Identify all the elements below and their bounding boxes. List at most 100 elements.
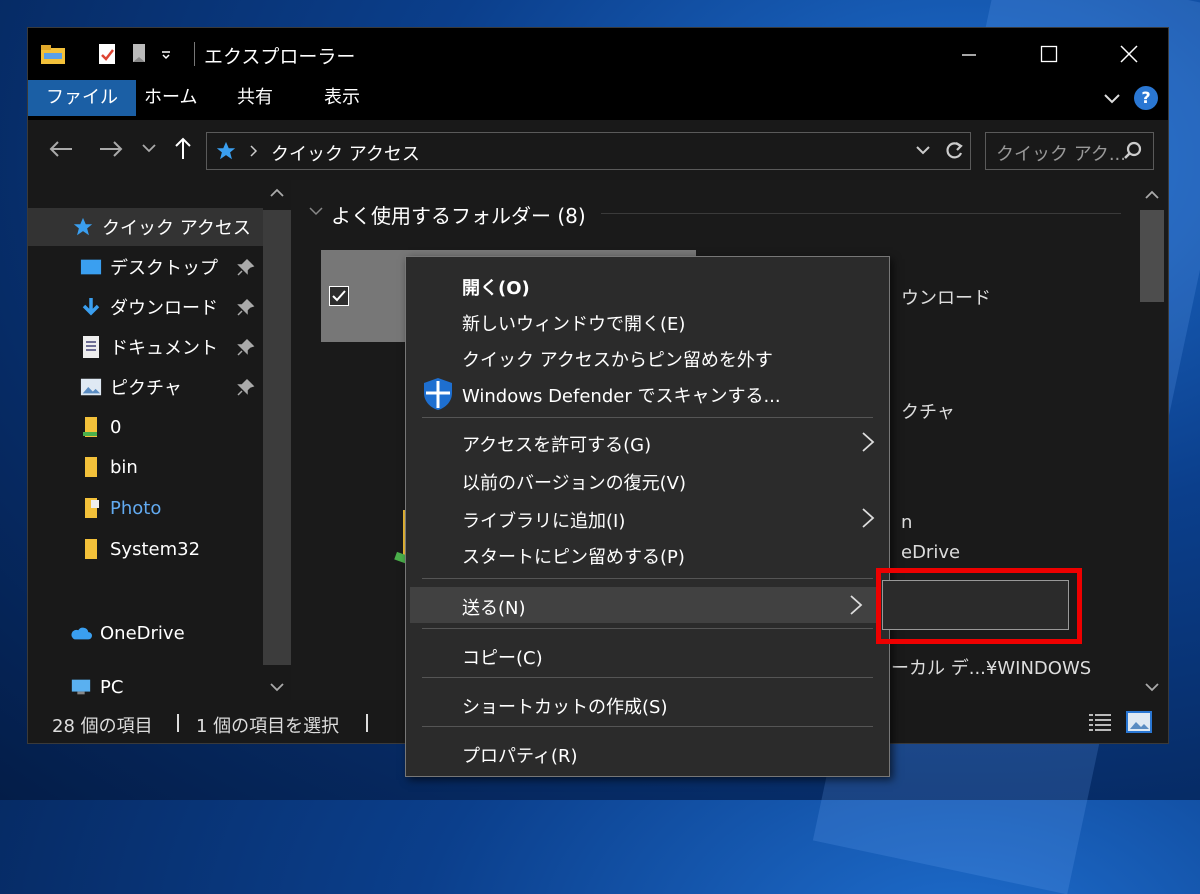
nav-item-folder-0[interactable]: 0 <box>28 408 263 446</box>
menu-item-label: 新しいウィンドウで開く(E) <box>462 314 686 335</box>
window-title: エクスプローラー <box>204 46 356 68</box>
content-scroll-thumb[interactable] <box>1140 210 1164 302</box>
pin-icon[interactable] <box>237 298 255 316</box>
item-count: 28 個の項目 <box>52 716 153 737</box>
submenu-arrow-icon <box>850 595 863 615</box>
scroll-down-icon[interactable] <box>270 682 284 692</box>
menu-item-restore-versions[interactable]: 以前のバージョンの復元(V) <box>406 462 889 498</box>
tab-view[interactable]: 表示 <box>310 80 374 116</box>
menu-item-send-to[interactable]: 送る(N) <box>410 587 877 623</box>
nav-item-label: 0 <box>110 416 122 438</box>
menu-item-label: スタートにピン留めする(P) <box>462 547 685 568</box>
up-arrow-icon[interactable] <box>174 136 192 160</box>
nav-item-label: Photo <box>110 497 162 519</box>
content-scrollbar[interactable] <box>1136 180 1168 700</box>
menu-item-open-new-window[interactable]: 新しいウィンドウで開く(E) <box>406 303 889 339</box>
menu-item-copy[interactable]: コピー(C) <box>406 637 889 673</box>
search-box[interactable]: クイック アク... <box>985 132 1154 170</box>
refresh-icon[interactable] <box>943 140 965 162</box>
menu-item-label: ショートカットの作成(S) <box>462 697 668 718</box>
pc-icon <box>70 677 92 697</box>
menu-item-properties[interactable]: プロパティ(R) <box>406 735 889 771</box>
context-menu: 開く(O) 新しいウィンドウで開く(E) クイック アクセスからピン留めを外す … <box>405 256 890 777</box>
menu-item-label: プロパティ(R) <box>462 746 578 767</box>
tab-share[interactable]: 共有 <box>223 80 287 116</box>
chevron-down-icon[interactable] <box>160 48 172 60</box>
folder-label-pictures[interactable]: クチャ <box>901 398 955 424</box>
nav-item-folder-system32[interactable]: System32 <box>28 530 263 568</box>
nav-item-onedrive[interactable]: OneDrive <box>28 614 263 652</box>
menu-item-unpin-quick-access[interactable]: クイック アクセスからピン留めを外す <box>406 339 889 375</box>
ribbon-expand-icon[interactable] <box>1102 88 1122 108</box>
folder-label-system32-path[interactable]: ーカル デ...¥WINDOWS <box>891 654 1091 680</box>
pin-icon[interactable] <box>237 338 255 356</box>
menu-item-label: コピー(C) <box>462 648 543 669</box>
minimize-button[interactable] <box>946 36 992 72</box>
folder-icon[interactable] <box>40 43 66 65</box>
folder-label-downloads[interactable]: ウンロード <box>901 284 991 310</box>
nav-item-label: クイック アクセス <box>102 218 251 239</box>
star-icon <box>72 217 94 237</box>
picture-icon <box>80 377 102 397</box>
menu-separator <box>422 726 873 727</box>
submenu-arrow-icon <box>862 508 875 528</box>
new-folder-icon[interactable] <box>130 42 148 66</box>
navigation-bar: クイック アクセス クイック アク... <box>28 120 1168 178</box>
nav-item-pictures[interactable]: ピクチャ <box>28 368 263 406</box>
maximize-button[interactable] <box>1026 36 1072 72</box>
nav-scroll-thumb[interactable] <box>263 210 291 665</box>
menu-item-label: 送る(N) <box>462 598 526 619</box>
star-icon <box>216 141 236 160</box>
tab-home[interactable]: ホーム <box>130 80 211 116</box>
nav-item-documents[interactable]: ドキュメント <box>28 328 263 366</box>
menu-item-create-shortcut[interactable]: ショートカットの作成(S) <box>406 686 889 722</box>
back-arrow-icon[interactable] <box>48 140 74 158</box>
close-button[interactable] <box>1106 36 1152 72</box>
quick-access-toolbar <box>40 42 172 66</box>
nav-item-label: OneDrive <box>100 622 185 644</box>
group-collapse-icon[interactable] <box>309 206 323 216</box>
scroll-up-icon[interactable] <box>270 188 284 198</box>
menu-item-defender-scan[interactable]: Windows Defender でスキャンする... <box>406 375 889 411</box>
nav-item-folder-bin[interactable]: bin <box>28 448 263 486</box>
nav-item-label: System32 <box>110 538 201 560</box>
scroll-down-icon[interactable] <box>1145 682 1159 692</box>
folder-icon <box>80 539 102 559</box>
nav-item-quick-access[interactable]: クイック アクセス <box>28 208 263 246</box>
details-view-icon[interactable] <box>1088 712 1112 732</box>
recent-locations-icon[interactable] <box>142 144 156 154</box>
tab-file[interactable]: ファイル <box>28 80 136 116</box>
pin-icon[interactable] <box>237 378 255 396</box>
menu-item-open[interactable]: 開く(O) <box>406 267 889 303</box>
status-divider <box>177 714 179 732</box>
breadcrumb-chevron-icon[interactable] <box>249 145 259 157</box>
close-icon <box>1120 45 1138 63</box>
menu-item-add-to-library[interactable]: ライブラリに追加(I) <box>406 500 889 536</box>
nav-item-folder-photo[interactable]: Photo <box>28 489 263 527</box>
cloud-icon <box>70 623 92 643</box>
help-button[interactable]: ? <box>1134 86 1158 110</box>
search-placeholder: クイック アク... <box>996 144 1126 165</box>
menu-item-label: Windows Defender でスキャンする... <box>462 386 781 407</box>
search-icon[interactable] <box>1123 141 1143 161</box>
folder-label-onedrive-name[interactable]: n <box>901 512 912 533</box>
nav-scrollbar[interactable] <box>263 180 291 700</box>
scroll-up-icon[interactable] <box>1145 190 1159 200</box>
menu-item-label: クイック アクセスからピン留めを外す <box>462 350 773 371</box>
folder-label-onedrive[interactable]: eDrive <box>901 542 960 563</box>
forward-arrow-icon[interactable] <box>98 140 124 158</box>
maximize-icon <box>1040 45 1058 63</box>
selection-checkbox[interactable] <box>329 286 349 306</box>
nav-item-desktop[interactable]: デスクトップ <box>28 248 263 286</box>
nav-item-downloads[interactable]: ダウンロード <box>28 288 263 326</box>
pin-icon[interactable] <box>237 258 255 276</box>
address-bar[interactable]: クイック アクセス <box>206 132 971 170</box>
minimize-icon <box>962 54 976 56</box>
properties-icon[interactable] <box>96 42 118 66</box>
menu-item-give-access[interactable]: アクセスを許可する(G) <box>406 424 889 460</box>
address-path: クイック アクセス <box>271 144 420 165</box>
title-separator <box>194 42 195 66</box>
address-dropdown-icon[interactable] <box>915 145 931 157</box>
menu-item-pin-to-start[interactable]: スタートにピン留めする(P) <box>406 536 889 572</box>
large-icons-view-icon[interactable] <box>1126 711 1152 733</box>
